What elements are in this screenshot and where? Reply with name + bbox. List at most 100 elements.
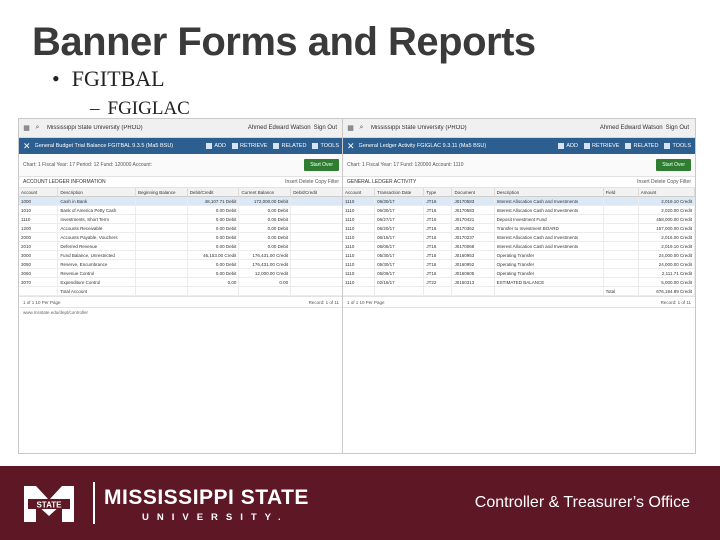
table-cell [603,259,639,269]
table-cell: 0.00 Debit [187,214,240,224]
trial-balance-grid: Account Description Beginning Balance Debit… [19,188,343,296]
grid-menu-icon[interactable]: ▦ [346,124,355,133]
table-cell: 1200 [19,223,59,233]
pager-controls[interactable]: 1 of 1 10 Per Page [347,300,661,305]
table-cell: JT16 [423,241,453,251]
column-header[interactable]: Description [494,188,604,197]
column-header[interactable]: Field [603,188,639,197]
toolbar-retrieve-button[interactable]: RETRIEVE [583,143,619,149]
table-row[interactable]: 1000 Cash in Bank 48,107.71 Debit 172,000.0… [19,196,343,206]
table-cell: 0.00 Debit [238,223,292,233]
table-cell: 05/09/17 [374,268,425,278]
table-row[interactable]: 1110 06/15/17 JT16 J0170237 Interest Allocat… [343,232,695,242]
form-header: ✕ General Budget Trial Balance FGITBAL 9… [19,138,343,154]
table-row[interactable]: 2010 Deferred Revenue 0.00 Debit 0.00 Debit [19,241,343,251]
table-row[interactable]: 3060 Revenue Control 0.00 Debit 12,000.00 C… [19,268,343,278]
toolbar-tools-button[interactable]: TOOLS [664,143,691,149]
column-header[interactable]: Description [57,188,136,197]
search-icon[interactable]: ⌕ [357,124,366,133]
table-cell [451,286,495,296]
table-row[interactable]: 1110 06/30/17 JT16 J0170583 Interest Allocat… [343,205,695,215]
pager-controls[interactable]: 1 of 1 10 Per Page [23,300,309,305]
table-cell: J0160952 [451,259,495,269]
table-row[interactable]: 1110 06/05/17 JT16 J0170068 Interest Allocat… [343,241,695,251]
column-header[interactable]: Account [19,188,59,197]
grid-pager: 1 of 1 10 Per Page Record: 1 of 11 [19,296,343,308]
table-row[interactable]: 1010 Bank of America Petty Cash 0.00 Debit… [19,205,343,215]
table-cell: 1110 [19,214,59,224]
table-cell: Accounts Receivable [57,223,136,233]
column-header[interactable]: Type [423,188,453,197]
university-name[interactable]: MISSISSIPPI STATE [104,486,309,510]
table-cell [135,196,188,206]
table-cell [603,277,639,287]
table-row[interactable]: Total Account [19,286,343,296]
key-block-values: Chart: 1 Fiscal Year: 17 Fund: 120000 Ac… [347,162,464,168]
toolbar-retrieve-button[interactable]: RETRIEVE [231,143,267,149]
table-cell [290,223,343,233]
table-row[interactable]: 3000 Fund Balance, Unrestricted 46,153.00 … [19,250,343,260]
table-cell [290,214,343,224]
table-row[interactable]: 1110 06/30/17 JT16 J0170583 Interest Allocat… [343,196,695,206]
user-name[interactable]: Ahmed Edward Watson [248,125,314,131]
column-header[interactable]: Current Balance [238,188,292,197]
table-row[interactable]: 1110 05/09/17 JT16 J0160605 Operating Transf… [343,268,695,278]
search-icon[interactable]: ⌕ [33,124,42,133]
table-row[interactable]: 2000 Accounts Payable, Vouchers 0.00 Debit… [19,232,343,242]
column-header[interactable]: Account [343,188,376,197]
table-cell: JT16 [423,268,453,278]
toolbar-add-button[interactable]: ADD [558,143,578,149]
toolbar-add-button[interactable]: ADD [206,143,226,149]
column-header[interactable]: Document [451,188,495,197]
table-cell [135,241,188,251]
table-cell: 12,000.00 Credit [238,268,292,278]
toolbar-related-button[interactable]: RELATED [625,143,658,149]
table-cell: 05/30/17 [374,259,425,269]
column-header[interactable]: Debit/Credit [290,188,343,197]
table-cell: 1110 [343,232,376,242]
start-over-button[interactable]: Start Over [304,159,339,171]
table-row[interactable]: 1110 05/30/17 JT16 J0160952 Operating Transf… [343,259,695,269]
bullet-fgiglac-text: FGIGLAC [107,98,190,119]
signout-link[interactable]: Sign Out [314,125,340,131]
column-header[interactable]: Debit/Credit [187,188,240,197]
start-over-button[interactable]: Start Over [656,159,691,171]
table-cell [290,268,343,278]
column-header[interactable]: Amount [638,188,695,197]
toolbar-related-button[interactable]: RELATED [273,143,306,149]
grid-menu-icon[interactable]: ▦ [22,124,31,133]
column-header[interactable]: Beginning Balance [135,188,188,197]
table-cell: Interest Allocation Cash and Investments [494,205,604,215]
column-header[interactable]: Transaction Date [374,188,425,197]
table-row[interactable]: 1110 06/27/17 JT16 J0170421 Deposit Investme… [343,214,695,224]
table-cell: 458,000.00 Credit [638,214,695,224]
close-icon[interactable]: ✕ [23,141,31,152]
section-tools[interactable]: Insert Delete Copy Filter [285,179,339,185]
signout-link[interactable]: Sign Out [666,125,692,131]
table-row[interactable]: Total 676,184.89 Credit [343,286,695,296]
table-cell [603,196,639,206]
table-cell: Operating Transfer [494,259,604,269]
table-cell: 1000 [19,196,59,206]
section-tools[interactable]: Insert Delete Copy Filter [637,179,691,185]
table-cell: Total Account [57,286,136,296]
table-cell: J0170237 [451,232,495,242]
table-row[interactable]: 1200 Accounts Receivable 0.00 Debit 0.00 De… [19,223,343,233]
msstate-m-logo-icon: STATE [24,486,74,522]
table-row[interactable]: 3050 Reserve, Encumbrance 0.00 Debit 176,43… [19,259,343,269]
table-row[interactable]: 1110 Investments, Short Term 0.00 Debit 0.0… [19,214,343,224]
table-cell [290,259,343,269]
close-icon[interactable]: ✕ [347,141,355,152]
table-cell: 05/30/17 [374,250,425,260]
table-cell [494,286,604,296]
user-name[interactable]: Ahmed Edward Watson [600,125,666,131]
table-cell: Interest Allocation Cash and Investments [494,232,604,242]
table-row[interactable]: 1110 02/16/17 JT22 J0150313 ESTIMATED BALANC… [343,277,695,287]
table-row[interactable]: 1110 06/20/17 JT16 J0170362 Transfer to Inve… [343,223,695,233]
table-cell [603,223,639,233]
table-cell: 0.00 [238,277,292,287]
section-header: GENERAL LEDGER ACTIVITY Insert Delete Co… [343,177,695,188]
table-row[interactable]: 3070 Expenditure Control 0.00 0.00 [19,277,343,287]
toolbar-tools-button[interactable]: TOOLS [312,143,339,149]
table-row[interactable]: 1110 05/30/17 JT16 J0160953 Operating Transf… [343,250,695,260]
